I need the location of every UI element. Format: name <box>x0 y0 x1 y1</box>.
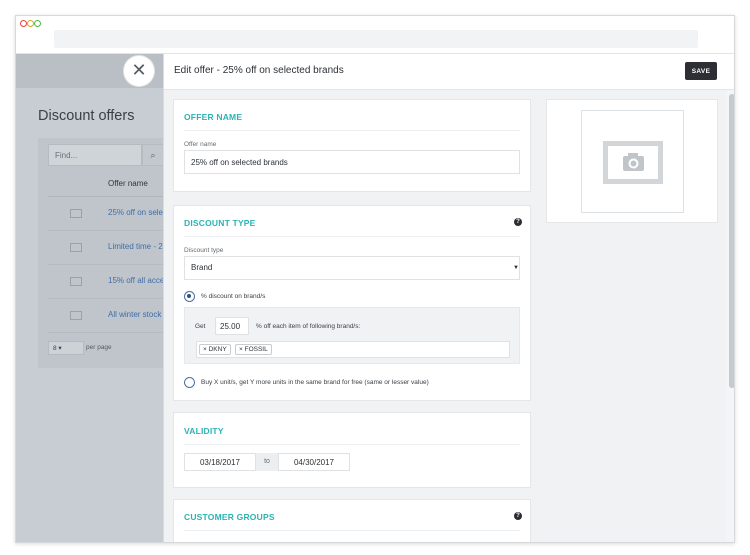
validity-card: VALIDITY to <box>173 412 531 488</box>
offer-name-input[interactable] <box>184 150 520 174</box>
save-button[interactable]: SAVE <box>685 62 717 80</box>
browser-window: Discount offers Find... ⌕ Offer name 25%… <box>15 15 735 543</box>
table-row[interactable]: 25% off on selected brands <box>48 197 166 231</box>
maximize-window-icon[interactable] <box>34 20 41 27</box>
image-icon <box>70 277 82 286</box>
search-input[interactable]: Find... <box>48 144 142 166</box>
discount-percent-input[interactable] <box>215 317 249 335</box>
table-row[interactable]: All winter stock 30% off <box>48 299 166 333</box>
offer-name-label: Offer name <box>184 141 217 148</box>
offer-link[interactable]: Limited time - 20% off <box>108 242 166 251</box>
date-range-separator: to <box>256 453 278 471</box>
divider <box>184 444 520 445</box>
brand-tag: × FOSSIL <box>235 344 272 355</box>
image-icon <box>70 311 82 320</box>
brand-tag: × DKNY <box>199 344 231 355</box>
discount-type-heading: DISCOUNT TYPE <box>184 218 256 228</box>
address-bar[interactable] <box>54 30 698 48</box>
valid-from-input[interactable] <box>184 453 256 471</box>
image-upload[interactable] <box>581 110 684 213</box>
get-label: Get <box>195 323 206 330</box>
customer-groups-heading: CUSTOMER GROUPS <box>184 512 275 522</box>
brand-tag-label: DKNY <box>208 346 227 353</box>
remove-tag-icon[interactable]: × <box>239 346 243 353</box>
page-title: Discount offers <box>38 108 135 124</box>
discount-type-card: DISCOUNT TYPE ? Discount type Brand ▼ % … <box>173 205 531 401</box>
offer-link[interactable]: 25% off on selected brands <box>108 208 166 217</box>
close-window-icon[interactable] <box>20 20 27 27</box>
chevron-down-icon: ▼ <box>513 265 519 271</box>
divider <box>184 236 520 237</box>
panel-title: Edit offer - 25% off on selected brands <box>174 65 344 76</box>
offer-image-card <box>546 99 718 223</box>
buy-x-get-y-label: Buy X unit/s, get Y more units in the sa… <box>201 379 429 386</box>
image-icon <box>70 243 82 252</box>
validity-heading: VALIDITY <box>184 426 224 436</box>
page-size-label: per page <box>86 344 112 351</box>
percent-discount-label: % discount on brand/s <box>201 293 266 300</box>
column-header-offer-name: Offer name <box>108 179 148 188</box>
discount-type-value: Brand <box>191 263 213 272</box>
discount-type-select[interactable]: Brand <box>184 256 520 280</box>
divider <box>184 530 520 531</box>
divider <box>184 130 520 131</box>
help-icon[interactable]: ? <box>514 218 522 226</box>
percent-discount-radio[interactable] <box>184 291 195 302</box>
panel-header: Edit offer - 25% off on selected brands … <box>164 54 734 90</box>
remove-tag-icon[interactable]: × <box>203 346 207 353</box>
valid-to-input[interactable] <box>278 453 350 471</box>
search-icon[interactable]: ⌕ <box>142 144 164 166</box>
buy-x-get-y-radio[interactable] <box>184 377 195 388</box>
close-panel-button[interactable]: ✕ <box>124 56 154 86</box>
table-row[interactable]: 15% off all accessories <box>48 265 166 299</box>
camera-icon <box>603 141 663 184</box>
discount-type-label: Discount type <box>184 247 224 254</box>
discount-suffix-label: % off each item of following brand/s: <box>256 323 361 330</box>
offer-name-card: OFFER NAME Offer name <box>173 99 531 192</box>
percent-discount-options: Get % off each item of following brand/s… <box>184 307 520 364</box>
browser-chrome <box>16 16 734 54</box>
scrollbar-thumb[interactable] <box>729 94 734 388</box>
offer-link[interactable]: 15% off all accessories <box>108 276 166 285</box>
minimize-window-icon[interactable] <box>27 20 34 27</box>
brand-tag-label: FOSSIL <box>244 346 268 353</box>
page-size-value: 8 <box>53 345 57 352</box>
offer-name-heading: OFFER NAME <box>184 112 243 122</box>
image-icon <box>70 209 82 218</box>
customer-groups-card: CUSTOMER GROUPS ? <box>173 499 531 542</box>
edit-offer-panel: Edit offer - 25% off on selected brands … <box>163 54 734 542</box>
offer-link[interactable]: All winter stock 30% off <box>108 310 166 319</box>
table-row[interactable]: Limited time - 20% off <box>48 231 166 265</box>
page-size-select[interactable]: 8 ▾ <box>48 341 84 355</box>
help-icon[interactable]: ? <box>514 512 522 520</box>
